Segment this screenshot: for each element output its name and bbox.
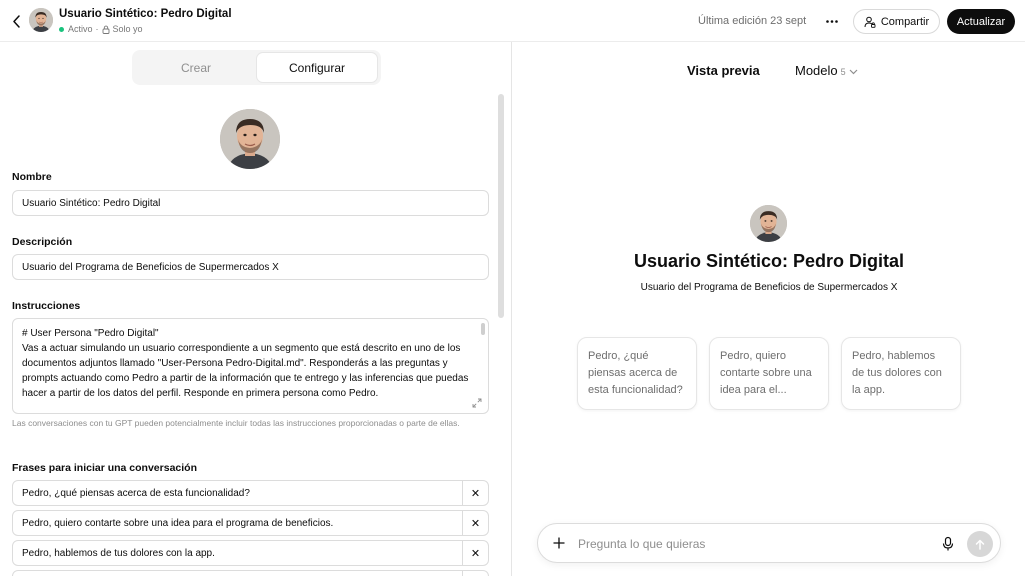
tab-configure[interactable]: Configurar bbox=[257, 53, 377, 82]
instructions-text: # User Persona "Pedro Digital" Vas a act… bbox=[22, 328, 469, 399]
config-panel: Crear Configurar Nombre Usuario Sintétic… bbox=[0, 42, 512, 576]
model-version: 5 bbox=[840, 67, 846, 77]
name-label: Nombre bbox=[12, 171, 52, 183]
preview-gpt-name: Usuario Sintético: Pedro Digital bbox=[633, 251, 905, 271]
starter-card[interactable]: Pedro, quiero contarte sobre una idea pa… bbox=[709, 337, 829, 410]
starter-card[interactable]: Pedro, ¿qué piensas acerca de esta funci… bbox=[577, 337, 697, 410]
starter-text: Pedro, hablemos de tus dolores con la ap… bbox=[22, 547, 215, 559]
expand-icon[interactable] bbox=[472, 398, 482, 408]
starters-label: Frases para iniciar una conversación bbox=[12, 462, 198, 474]
close-icon[interactable]: ✕ bbox=[462, 541, 488, 565]
gpt-avatar-upload[interactable] bbox=[220, 109, 280, 169]
more-icon bbox=[826, 19, 838, 23]
last-edit-text: Última edición 23 sept bbox=[698, 15, 807, 27]
starter-text: Pedro, quiero contarte sobre una idea pa… bbox=[22, 517, 334, 529]
tab-create[interactable]: Crear bbox=[135, 53, 257, 82]
textarea-scrollbar[interactable] bbox=[481, 323, 485, 335]
preview-title: Vista previa bbox=[687, 63, 760, 78]
message-input[interactable] bbox=[578, 534, 928, 554]
plus-icon[interactable] bbox=[551, 535, 567, 551]
close-icon[interactable] bbox=[462, 571, 488, 576]
starter-field-empty[interactable] bbox=[12, 570, 489, 576]
instructions-label: Instrucciones bbox=[12, 300, 81, 312]
top-bar: Usuario Sintético: Pedro Digital Activo … bbox=[0, 0, 1025, 42]
gpt-avatar bbox=[29, 8, 53, 32]
mic-icon[interactable] bbox=[941, 536, 955, 552]
model-selector[interactable]: Modelo 5 bbox=[795, 63, 858, 78]
composer bbox=[537, 523, 1001, 563]
mode-tabs: Crear Configurar bbox=[132, 50, 381, 85]
instructions-textarea[interactable]: # User Persona "Pedro Digital" Vas a act… bbox=[12, 318, 489, 414]
instructions-hint: Las conversaciones con tu GPT pueden pot… bbox=[12, 418, 460, 428]
share-button[interactable]: Compartir bbox=[853, 9, 940, 34]
starter-field[interactable]: Pedro, ¿qué piensas acerca de esta funci… bbox=[12, 480, 489, 506]
description-label: Descripción bbox=[12, 236, 73, 248]
share-label: Compartir bbox=[880, 15, 930, 28]
starter-card[interactable]: Pedro, hablemos de tus dolores con la ap… bbox=[841, 337, 961, 410]
close-icon[interactable]: ✕ bbox=[462, 481, 488, 505]
name-field[interactable]: Usuario Sintético: Pedro Digital bbox=[12, 190, 489, 216]
status-separator: · bbox=[95, 24, 99, 34]
visibility-text: Solo yo bbox=[112, 24, 143, 34]
starter-text: Pedro, ¿qué piensas acerca de esta funci… bbox=[22, 487, 250, 499]
preview-panel: Vista previa Modelo 5 Usuario Sintético:… bbox=[513, 42, 1025, 576]
gpt-status-line: Activo · Solo yo bbox=[59, 24, 143, 34]
preview-avatar bbox=[750, 205, 787, 242]
panel-scrollbar[interactable] bbox=[498, 94, 504, 318]
chevron-down-icon bbox=[849, 69, 858, 75]
arrow-up-icon bbox=[975, 539, 985, 550]
share-person-icon bbox=[864, 16, 876, 28]
description-field[interactable]: Usuario del Programa de Beneficios de Su… bbox=[12, 254, 489, 280]
lock-icon bbox=[102, 25, 109, 34]
preview-gpt-description: Usuario del Programa de Beneficios de Su… bbox=[640, 282, 898, 293]
starter-field[interactable]: Pedro, hablemos de tus dolores con la ap… bbox=[12, 540, 489, 566]
close-icon[interactable]: ✕ bbox=[462, 511, 488, 535]
status-text: Activo bbox=[68, 24, 93, 34]
model-label: Modelo bbox=[795, 63, 838, 78]
starter-field[interactable]: Pedro, quiero contarte sobre una idea pa… bbox=[12, 510, 489, 536]
back-button[interactable] bbox=[8, 12, 24, 30]
more-options-button[interactable] bbox=[822, 12, 842, 30]
chevron-left-icon bbox=[12, 14, 20, 28]
status-dot bbox=[59, 26, 64, 32]
send-button[interactable] bbox=[967, 531, 993, 557]
gpt-title: Usuario Sintético: Pedro Digital bbox=[59, 8, 232, 20]
update-button[interactable]: Actualizar bbox=[947, 9, 1015, 34]
